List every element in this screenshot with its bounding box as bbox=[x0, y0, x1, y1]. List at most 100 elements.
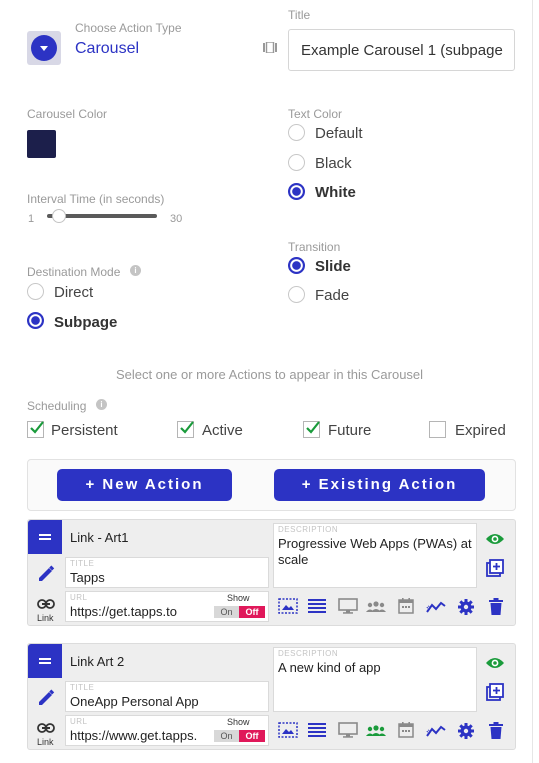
carousel-color-swatch[interactable] bbox=[27, 130, 56, 158]
people-icon[interactable] bbox=[365, 724, 387, 742]
url-field-label: URL bbox=[70, 593, 88, 602]
drag-handle[interactable] bbox=[28, 644, 62, 678]
destination-direct-label: Direct bbox=[54, 284, 94, 301]
eye-icon[interactable] bbox=[485, 656, 505, 675]
info-icon: i bbox=[96, 399, 107, 410]
show-label: Show bbox=[227, 717, 250, 727]
url-field[interactable]: URL https://www.get.tapps. Show On Off bbox=[65, 715, 269, 746]
duplicate-icon[interactable] bbox=[486, 683, 504, 706]
text-color-black-label: Black bbox=[315, 155, 352, 172]
text-color-white-label: White bbox=[315, 184, 356, 201]
url-field-value: https://www.get.tapps. bbox=[70, 728, 198, 743]
destination-direct-radio[interactable] bbox=[27, 283, 44, 300]
action-card: Link Art 2 TITLE OneApp Personal App Lin… bbox=[27, 643, 516, 750]
toggle-on: On bbox=[214, 730, 239, 742]
text-color-black-radio[interactable] bbox=[288, 154, 305, 171]
action-card: Link - Art1 TITLE Tapps Link URL https:/… bbox=[27, 519, 516, 626]
transition-fade-label: Fade bbox=[315, 287, 350, 304]
trash-icon[interactable] bbox=[489, 722, 503, 744]
text-lines-icon[interactable] bbox=[308, 723, 326, 742]
action-type-value[interactable]: Carousel bbox=[75, 40, 139, 58]
title-input[interactable]: Example Carousel 1 (subpage bbox=[288, 29, 515, 71]
analytics-icon[interactable] bbox=[426, 724, 446, 742]
action-name: Link Art 2 bbox=[70, 654, 125, 669]
schedule-persistent-checkbox[interactable] bbox=[27, 421, 44, 438]
select-hint: Select one or more Actions to appear in … bbox=[115, 367, 424, 382]
title-label: Title bbox=[288, 8, 311, 22]
existing-action-button[interactable]: + Existing Action bbox=[274, 469, 485, 501]
schedule-expired-checkbox[interactable] bbox=[429, 421, 446, 438]
destination-subpage-label: Subpage bbox=[54, 314, 118, 331]
duplicate-icon[interactable] bbox=[486, 559, 504, 582]
image-icon[interactable] bbox=[278, 722, 298, 743]
url-field-label: URL bbox=[70, 717, 88, 726]
eye-icon[interactable] bbox=[485, 532, 505, 551]
link-label: Link bbox=[37, 613, 54, 623]
schedule-future-label: Future bbox=[328, 422, 372, 439]
text-color-white-radio[interactable] bbox=[288, 183, 305, 200]
text-color-default-radio[interactable] bbox=[288, 124, 305, 141]
show-toggle[interactable]: On Off bbox=[214, 606, 265, 618]
destination-subpage-radio[interactable] bbox=[27, 312, 44, 329]
schedule-future-checkbox[interactable] bbox=[303, 421, 320, 438]
show-toggle[interactable]: On Off bbox=[214, 730, 265, 742]
transition-slide-radio[interactable] bbox=[288, 257, 305, 274]
description-field[interactable]: DESCRIPTION Progressive Web Apps (PWAs) … bbox=[273, 523, 477, 588]
link-label: Link bbox=[37, 737, 54, 747]
gear-icon[interactable] bbox=[457, 722, 475, 745]
interval-label: Interval Time (in seconds) bbox=[27, 192, 165, 206]
monitor-icon[interactable] bbox=[338, 722, 358, 743]
transition-label: Transition bbox=[288, 240, 341, 254]
destination-mode-label: Destination Mode bbox=[27, 265, 121, 279]
analytics-icon[interactable] bbox=[426, 600, 446, 618]
action-type-label: Choose Action Type bbox=[75, 21, 182, 35]
schedule-persistent-label: Persistent bbox=[51, 422, 118, 439]
toggle-on: On bbox=[214, 606, 239, 618]
interval-max: 30 bbox=[170, 213, 183, 225]
title-field-value: Tapps bbox=[70, 570, 105, 585]
interval-min: 1 bbox=[28, 213, 35, 225]
image-icon[interactable] bbox=[278, 598, 298, 619]
text-color-default-label: Default bbox=[315, 125, 363, 142]
gear-icon[interactable] bbox=[457, 598, 475, 621]
action-type-icon[interactable] bbox=[27, 31, 61, 65]
description-field-label: DESCRIPTION bbox=[278, 649, 339, 658]
url-field[interactable]: URL https://get.tapps.to Show On Off bbox=[65, 591, 269, 622]
scheduling-label: Scheduling bbox=[27, 399, 87, 413]
schedule-expired-label: Expired bbox=[455, 422, 506, 439]
carousel-icon bbox=[263, 40, 277, 54]
link-icon bbox=[37, 720, 55, 738]
schedule-active-label: Active bbox=[202, 422, 243, 439]
description-field-value: Progressive Web Apps (PWAs) at scale bbox=[278, 536, 472, 567]
monitor-icon[interactable] bbox=[338, 598, 358, 619]
toggle-off: Off bbox=[239, 606, 265, 618]
toggle-off: Off bbox=[239, 730, 265, 742]
new-action-button[interactable]: + New Action bbox=[57, 469, 232, 501]
description-field[interactable]: DESCRIPTION A new kind of app bbox=[273, 647, 477, 712]
pencil-icon[interactable] bbox=[37, 689, 55, 712]
link-icon bbox=[37, 596, 55, 614]
calendar-icon[interactable] bbox=[398, 598, 414, 619]
title-field-label: TITLE bbox=[70, 559, 95, 568]
schedule-active-checkbox[interactable] bbox=[177, 421, 194, 438]
action-name: Link - Art1 bbox=[70, 530, 129, 545]
text-lines-icon[interactable] bbox=[308, 599, 326, 618]
transition-slide-label: Slide bbox=[315, 258, 351, 275]
description-field-value: A new kind of app bbox=[278, 660, 381, 675]
pencil-icon[interactable] bbox=[37, 565, 55, 588]
title-field[interactable]: TITLE Tapps bbox=[65, 557, 269, 588]
carousel-color-label: Carousel Color bbox=[27, 107, 108, 121]
scroll-edge bbox=[532, 0, 533, 763]
trash-icon[interactable] bbox=[489, 598, 503, 620]
interval-slider-thumb[interactable] bbox=[52, 209, 66, 223]
people-icon[interactable] bbox=[365, 600, 387, 618]
text-color-label: Text Color bbox=[288, 107, 343, 121]
title-field-label: TITLE bbox=[70, 683, 95, 692]
description-field-label: DESCRIPTION bbox=[278, 525, 339, 534]
drag-handle[interactable] bbox=[28, 520, 62, 554]
info-icon: i bbox=[130, 265, 141, 276]
title-field[interactable]: TITLE OneApp Personal App bbox=[65, 681, 269, 712]
title-input-value: Example Carousel 1 (subpage bbox=[301, 42, 503, 59]
calendar-icon[interactable] bbox=[398, 722, 414, 743]
transition-fade-radio[interactable] bbox=[288, 286, 305, 303]
